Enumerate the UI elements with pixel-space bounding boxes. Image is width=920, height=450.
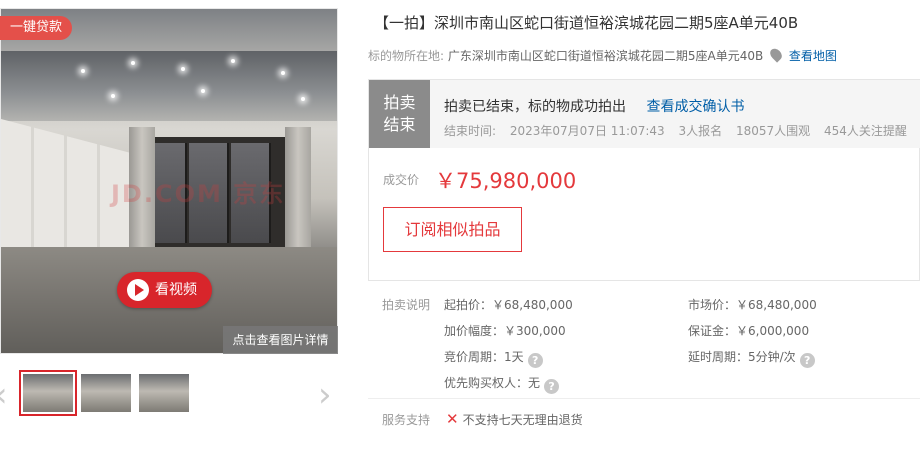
service-support: 服务支持 ✕ 不支持七天无理由退货 — [382, 410, 583, 428]
help-icon[interactable]: ? — [544, 379, 560, 394]
market-price: 市场价：￥68,480,000 — [688, 298, 817, 312]
photo-light — [301, 97, 305, 101]
photo-light — [81, 69, 85, 73]
watch-video-label: 看视频 — [155, 282, 197, 298]
thumbnail-strip: ‹ › — [0, 364, 340, 426]
photo-light — [131, 61, 135, 65]
loan-badge[interactable]: 一键贷款 — [0, 16, 73, 40]
watch-video-button[interactable]: 看视频 — [117, 272, 212, 308]
priority-buyer-text: 优先购买权人：无 — [444, 376, 541, 390]
thumbnail[interactable] — [19, 370, 77, 416]
watermark: JD.COM 京东 — [111, 180, 286, 208]
bid-period: 竞价周期：1天? — [444, 348, 543, 368]
status-meta: 结束时间: 2023年07月07日 11:07:43 3人报名 18057人围观… — [444, 122, 917, 139]
thumbnail[interactable] — [81, 374, 131, 412]
location-address: 广东深圳市南山区蛇口街道恒裕滨城花园二期5座A单元40B — [447, 49, 764, 63]
extension-period-text: 延时周期：5分钟/次 — [688, 350, 796, 364]
help-icon[interactable]: ? — [527, 353, 543, 368]
view-map-link[interactable]: 查看地图 — [789, 49, 837, 63]
photo-curtain — [285, 127, 311, 252]
priority-buyer: 优先购买权人：无? — [444, 374, 560, 394]
subscribe-similar-button[interactable]: 订阅相似拍品 — [383, 207, 522, 252]
location-label: 标的物所在地: — [368, 49, 445, 63]
starting-price: 起拍价：￥68,480,000 — [444, 298, 573, 312]
close-icon: ✕ — [446, 410, 459, 428]
bid-period-text: 竞价周期：1天 — [444, 350, 524, 364]
photo-light — [231, 59, 235, 63]
photo-light — [201, 89, 205, 93]
rules-label: 拍卖说明 — [382, 298, 431, 312]
item-title: 【一拍】深圳市南山区蛇口街道恒裕滨城花园二期5座A单元40B — [374, 14, 799, 32]
image-gallery: JD.COM 京东 一键贷款 看视频 点击查看图片详情 ‹ › — [0, 0, 340, 450]
service-text: 不支持七天无理由退货 — [462, 413, 583, 427]
next-arrow-icon[interactable]: › — [318, 378, 332, 412]
thumbnail[interactable] — [139, 374, 189, 412]
service-label: 服务支持 — [382, 413, 431, 427]
status-bar: 拍卖 结束 拍卖已结束，标的物成功拍出 查看成交确认书 结束时间: 2023年0… — [369, 80, 920, 148]
reminder-count: 454人关注提醒 — [823, 124, 907, 138]
photo-light — [181, 67, 185, 71]
auction-panel: 拍卖 结束 拍卖已结束，标的物成功拍出 查看成交确认书 结束时间: 2023年0… — [368, 79, 920, 281]
end-time: 2023年07月07日 11:07:43 — [509, 124, 665, 138]
deal-price: ￥75,980,000 — [435, 169, 577, 193]
divider — [368, 398, 920, 399]
extension-period: 延时周期：5分钟/次? — [688, 348, 815, 368]
deposit: 保证金：￥6,000,000 — [688, 324, 810, 338]
bid-increment: 加价幅度：￥300,000 — [444, 324, 566, 338]
photo-light — [111, 94, 115, 98]
map-pin-icon — [767, 46, 785, 63]
status-message: 拍卖已结束，标的物成功拍出 查看成交确认书 — [444, 96, 744, 116]
watcher-count: 18057人围观 — [735, 124, 811, 138]
image-detail-link[interactable]: 点击查看图片详情 — [223, 326, 338, 354]
prev-arrow-icon[interactable]: ‹ — [0, 378, 8, 412]
help-icon[interactable]: ? — [799, 353, 815, 368]
status-block-line1: 拍卖 — [383, 93, 416, 112]
play-icon — [127, 279, 149, 301]
status-block: 拍卖 结束 — [369, 80, 430, 148]
photo-ceiling — [1, 51, 337, 121]
auction-rules: 拍卖说明 起拍价：￥68,480,000 市场价：￥68,480,000 加价幅… — [382, 296, 920, 396]
end-time-label: 结束时间: — [444, 124, 497, 138]
signup-count: 3人报名 — [678, 124, 723, 138]
photo-light — [281, 71, 285, 75]
status-block-line2: 结束 — [383, 115, 416, 134]
view-confirmation-link[interactable]: 查看成交确认书 — [646, 99, 744, 115]
item-location: 标的物所在地: 广东深圳市南山区蛇口街道恒裕滨城花园二期5座A单元40B 查看地… — [368, 46, 837, 64]
deal-price-label: 成交价 — [383, 173, 420, 187]
status-message-text: 拍卖已结束，标的物成功拍出 — [444, 99, 626, 115]
